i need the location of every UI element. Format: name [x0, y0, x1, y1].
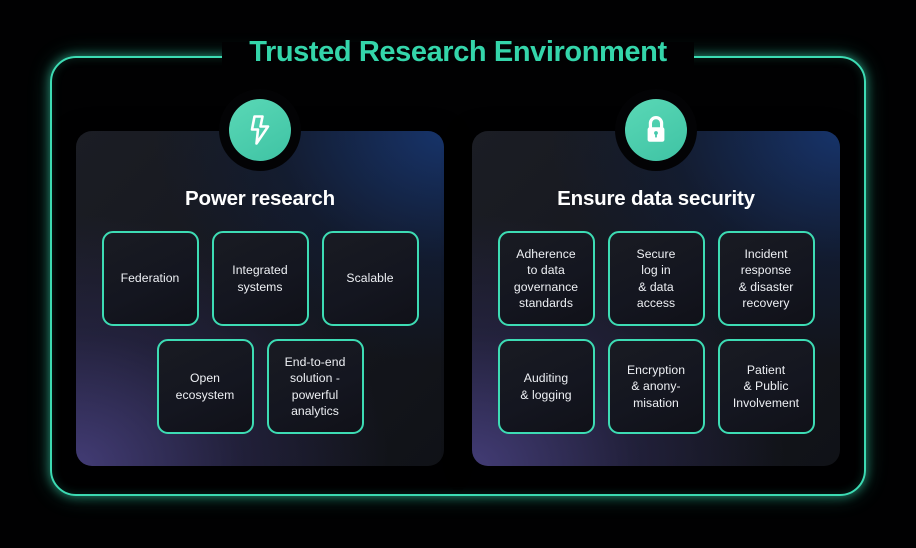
feature-chip[interactable]: Open ecosystem — [156, 339, 254, 434]
feature-chip[interactable]: Incident response & disaster recovery — [717, 231, 815, 326]
lock-icon — [642, 114, 670, 146]
page-title: Trusted Research Environment — [249, 36, 667, 68]
chip-row: Auditing & logging Encryption & anony- m… — [497, 339, 815, 434]
feature-chip-label: Patient & Public Involvement — [732, 363, 800, 410]
chip-row: Federation Integrated systems Scalable — [101, 231, 419, 326]
chip-rows: Federation Integrated systems Scalable O… — [76, 231, 444, 434]
feature-chip-label: Open ecosystem — [175, 371, 235, 402]
panel-power-research: Power research Federation Integrated sys… — [76, 89, 444, 466]
lightning-bolt-icon — [247, 114, 273, 146]
feature-chip[interactable]: Patient & Public Involvement — [717, 339, 815, 434]
badge-halo — [615, 89, 697, 171]
panel-icon-badge-wrap — [472, 89, 840, 171]
feature-chip[interactable]: Scalable — [321, 231, 419, 326]
feature-chip-label: Encryption & anony- misation — [626, 363, 686, 410]
chip-row: Adherence to data governance standards S… — [497, 231, 815, 326]
feature-chip-label: Auditing & logging — [520, 371, 572, 402]
feature-chip[interactable]: Integrated systems — [211, 231, 309, 326]
panel-title: Power research — [185, 187, 335, 210]
panel-title: Ensure data security — [557, 187, 755, 210]
chip-rows: Adherence to data governance standards S… — [472, 231, 840, 434]
feature-chip[interactable]: End-to-end solution - powerful analytics — [266, 339, 364, 434]
feature-chip-label: Secure log in & data access — [636, 247, 676, 310]
feature-chip-label: End-to-end solution - powerful analytics — [284, 355, 346, 418]
panel-container: Power research Federation Integrated sys… — [50, 56, 866, 496]
chip-row: Open ecosystem End-to-end solution - pow… — [156, 339, 364, 434]
feature-chip[interactable]: Secure log in & data access — [607, 231, 705, 326]
feature-chip[interactable]: Auditing & logging — [497, 339, 595, 434]
infographic-stage: Trusted Research Environment Power resea… — [0, 0, 916, 548]
feature-chip-label: Federation — [120, 271, 180, 286]
feature-chip[interactable]: Federation — [101, 231, 199, 326]
panel-icon-badge-wrap — [76, 89, 444, 171]
badge-halo — [219, 89, 301, 171]
panel-data-security: Ensure data security Adherence to data g… — [472, 89, 840, 466]
feature-chip-label: Incident response & disaster recovery — [738, 247, 794, 310]
feature-chip-label: Adherence to data governance standards — [513, 247, 579, 310]
badge-circle — [625, 99, 687, 161]
badge-circle — [229, 99, 291, 161]
feature-chip-label: Scalable — [346, 271, 394, 286]
feature-chip[interactable]: Encryption & anony- misation — [607, 339, 705, 434]
feature-chip-label: Integrated systems — [232, 263, 288, 294]
feature-chip[interactable]: Adherence to data governance standards — [497, 231, 595, 326]
